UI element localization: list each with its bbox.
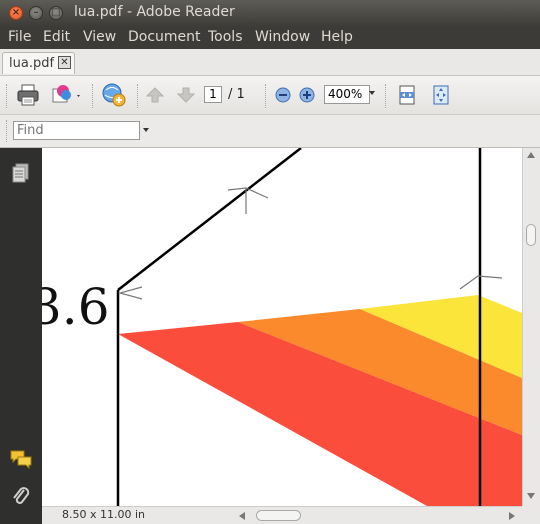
window-title: lua.pdf - Adobe Reader (74, 4, 235, 20)
close-tab-icon[interactable]: ✕ (58, 56, 71, 69)
zoom-in-icon[interactable] (298, 86, 316, 104)
maximize-icon: □ (51, 7, 61, 18)
navigation-panel (0, 148, 42, 524)
axis-arrowhead (227, 187, 269, 199)
menu-document[interactable]: Document (128, 29, 201, 45)
menu-edit[interactable]: Edit (43, 29, 70, 45)
horizontal-scroll-thumb[interactable] (256, 510, 301, 521)
arrow-down-icon[interactable] (176, 85, 196, 105)
scroll-up-icon[interactable] (526, 151, 536, 159)
collaborate-icon[interactable] (100, 81, 128, 109)
chevron-down-icon[interactable] (369, 91, 375, 95)
zoom-level-select[interactable]: 400% (324, 85, 370, 104)
paperclip-icon[interactable] (11, 485, 31, 509)
find-input[interactable] (13, 121, 140, 140)
document-view[interactable]: 3.6 (42, 148, 522, 506)
find-options-chevron-icon[interactable] (143, 128, 149, 132)
close-icon: × (11, 7, 21, 18)
close-window-button[interactable]: × (9, 6, 23, 20)
toolbar-separator (92, 84, 93, 108)
fit-width-icon[interactable] (397, 84, 417, 106)
findbar-grip (6, 120, 7, 142)
zoom-out-icon[interactable] (274, 86, 292, 104)
scroll-left-icon[interactable] (238, 511, 246, 521)
minimize-window-button[interactable]: – (29, 6, 43, 20)
toolbar-grip (6, 84, 7, 108)
menu-help[interactable]: Help (321, 29, 353, 45)
page-number-input[interactable]: 1 (204, 86, 222, 103)
comments-icon[interactable] (9, 448, 33, 470)
scroll-right-icon[interactable] (508, 511, 516, 521)
scroll-down-icon[interactable] (526, 492, 536, 500)
frame-diagonal-line (117, 148, 302, 291)
scrollbar-corner (522, 506, 540, 524)
fit-page-icon[interactable] (431, 84, 451, 106)
minimize-icon: – (33, 7, 39, 18)
printer-icon[interactable] (16, 83, 40, 107)
section-number: 3.6 (42, 278, 110, 336)
share-icon[interactable] (51, 82, 83, 108)
toolbar-separator (385, 84, 386, 108)
menu-bar: File Edit View Document Tools Window Hel… (0, 27, 540, 49)
document-page-graphic (116, 148, 522, 506)
toolbar-separator (137, 84, 138, 108)
menu-view[interactable]: View (83, 29, 116, 45)
axis-arrowhead (117, 286, 143, 300)
toolbar-separator (265, 84, 266, 108)
pages-icon[interactable] (11, 162, 31, 184)
tab-strip (0, 49, 540, 76)
document-tab[interactable]: lua.pdf ✕ (2, 52, 75, 74)
menu-window[interactable]: Window (255, 29, 310, 45)
maximize-window-button[interactable]: □ (49, 6, 63, 20)
menu-file[interactable]: File (8, 29, 31, 45)
title-bar: × – □ lua.pdf - Adobe Reader (0, 0, 540, 27)
vertical-scroll-thumb[interactable] (526, 224, 536, 246)
page-size-label: 8.50 x 11.00 in (62, 508, 146, 521)
menu-tools[interactable]: Tools (208, 29, 243, 45)
page-total-label: / 1 (228, 87, 245, 102)
document-tab-label: lua.pdf (9, 56, 55, 71)
vertical-scrollbar[interactable] (522, 148, 540, 506)
arrow-up-icon[interactable] (145, 85, 165, 105)
